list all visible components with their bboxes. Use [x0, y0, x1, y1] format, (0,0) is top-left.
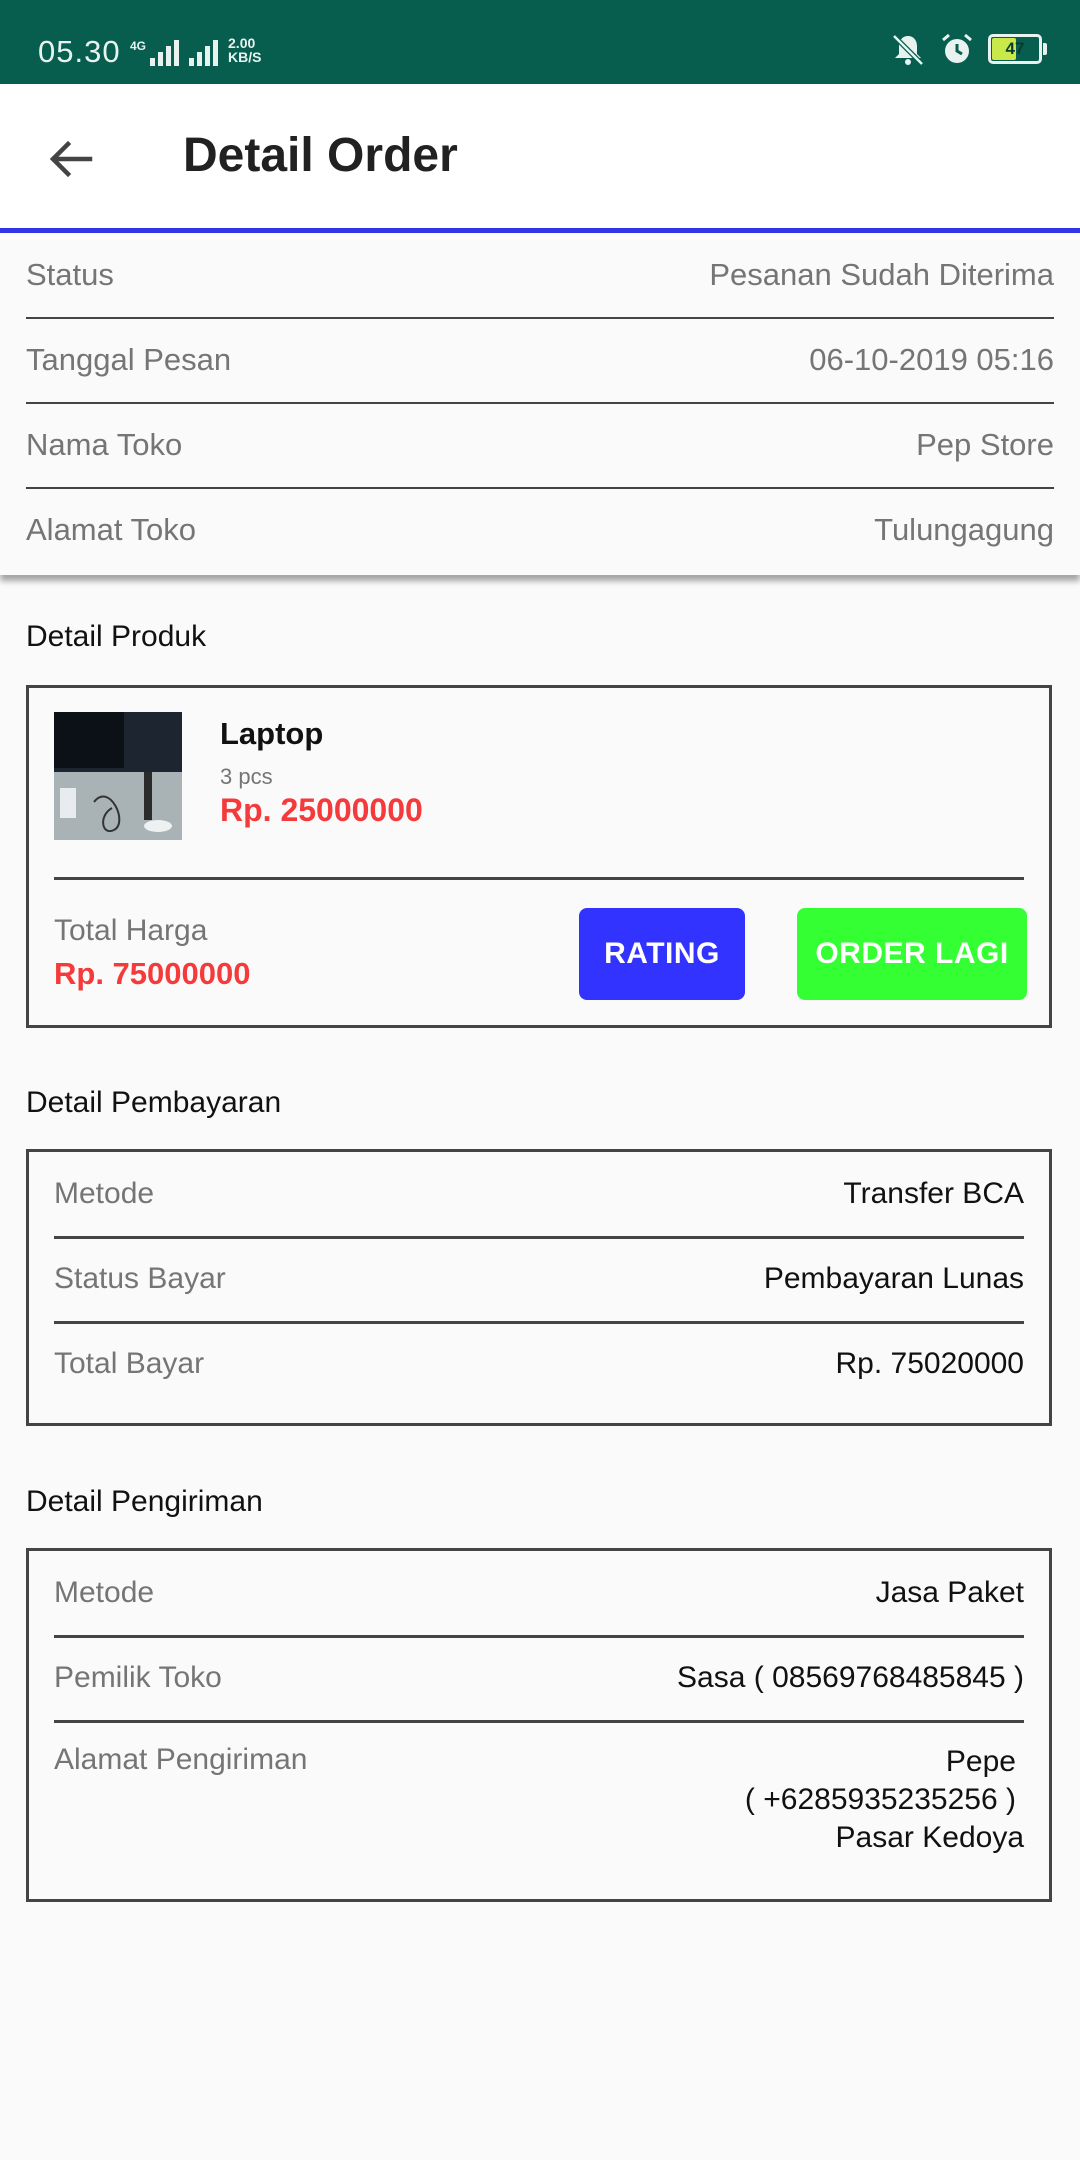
info-row-status: Status Pesanan Sudah Diterima: [26, 233, 1054, 319]
shipping-row-method: Metode Jasa Paket: [54, 1551, 1024, 1638]
info-value: 06-10-2019 05:16: [809, 342, 1054, 377]
battery-level: 47: [1005, 39, 1025, 58]
row-label: Metode: [54, 1576, 155, 1609]
product-card: Laptop 3 pcs Rp. 25000000 Total Harga Rp…: [26, 685, 1052, 1028]
row-label: Pemilik Toko: [54, 1661, 222, 1694]
product-name: Laptop: [220, 716, 324, 751]
section-title-product: Detail Produk: [26, 620, 207, 653]
section-title-payment: Detail Pembayaran: [26, 1086, 282, 1119]
address-line: ( +6285935235256 ): [744, 1783, 1016, 1816]
arrow-left-icon[interactable]: [46, 134, 96, 184]
product-qty: 3 pcs: [220, 764, 273, 789]
info-row-date: Tanggal Pesan 06-10-2019 05:16: [26, 318, 1054, 404]
section-title-shipping: Detail Pengiriman: [26, 1485, 263, 1518]
status-icons: 47: [890, 32, 1047, 66]
shipping-address: Pepe ( +6285935235256 ) Pasar Kedoya: [745, 1743, 1024, 1857]
payment-card: Metode Transfer BCA Status Bayar Pembaya…: [26, 1149, 1052, 1426]
row-value: Rp. 75020000: [835, 1347, 1025, 1380]
total-value: Rp. 75000000: [54, 956, 251, 991]
mute-icon: [892, 34, 924, 66]
order-info: Status Pesanan Sudah Diterima Tanggal Pe…: [0, 233, 1080, 575]
row-label: Total Bayar: [54, 1347, 205, 1380]
status-bar: 05.30 4G 2.00 KB/S 47: [0, 0, 1080, 84]
network-indicator: 4G 2.00 KB/S: [130, 36, 261, 66]
info-label: Tanggal Pesan: [26, 342, 232, 377]
shipping-row-owner: Pemilik Toko Sasa ( 08569768485845 ): [54, 1636, 1024, 1723]
info-value: Pep Store: [916, 427, 1054, 462]
payment-row-method: Metode Transfer BCA: [54, 1152, 1024, 1239]
network-type: 4G: [130, 39, 147, 53]
alarm-icon: [942, 33, 972, 63]
product-price: Rp. 25000000: [220, 792, 423, 828]
address-line: Pepe: [945, 1745, 1016, 1778]
rating-button[interactable]: RATING: [579, 908, 745, 1000]
battery-icon: 47: [988, 34, 1047, 64]
info-label: Nama Toko: [26, 427, 183, 462]
info-value: Pesanan Sudah Diterima: [709, 257, 1054, 292]
payment-row-status: Status Bayar Pembayaran Lunas: [54, 1237, 1024, 1324]
info-value: Tulungagung: [874, 512, 1054, 547]
shipping-card: Metode Jasa Paket Pemilik Toko Sasa ( 08…: [26, 1548, 1052, 1902]
address-line: Pasar Kedoya: [835, 1821, 1024, 1854]
row-label: Metode: [54, 1177, 155, 1210]
payment-row-total: Total Bayar Rp. 75020000: [54, 1322, 1024, 1406]
info-row-address: Alamat Toko Tulungagung: [26, 488, 1054, 572]
row-value: Pembayaran Lunas: [763, 1262, 1024, 1295]
row-label: Status Bayar: [54, 1262, 226, 1295]
row-value: Jasa Paket: [875, 1576, 1024, 1609]
divider: [54, 877, 1024, 880]
order-again-button[interactable]: ORDER LAGI: [797, 908, 1027, 1000]
signal-icon: [150, 40, 180, 66]
info-row-store: Nama Toko Pep Store: [26, 403, 1054, 489]
total-label: Total Harga: [54, 914, 208, 947]
product-image: [54, 712, 182, 840]
row-value: Transfer BCA: [843, 1177, 1024, 1210]
status-time: 05.30: [38, 34, 121, 69]
info-label: Alamat Toko: [26, 512, 197, 547]
app-bar: Detail Order: [0, 84, 1080, 233]
row-label: Alamat Pengiriman: [54, 1743, 308, 1776]
info-label: Status: [26, 257, 114, 292]
signal-icon-2: [189, 40, 219, 66]
row-value: Sasa ( 08569768485845 ): [677, 1661, 1024, 1694]
page-title: Detail Order: [183, 129, 458, 182]
network-speed: 2.00 KB/S: [228, 35, 262, 65]
